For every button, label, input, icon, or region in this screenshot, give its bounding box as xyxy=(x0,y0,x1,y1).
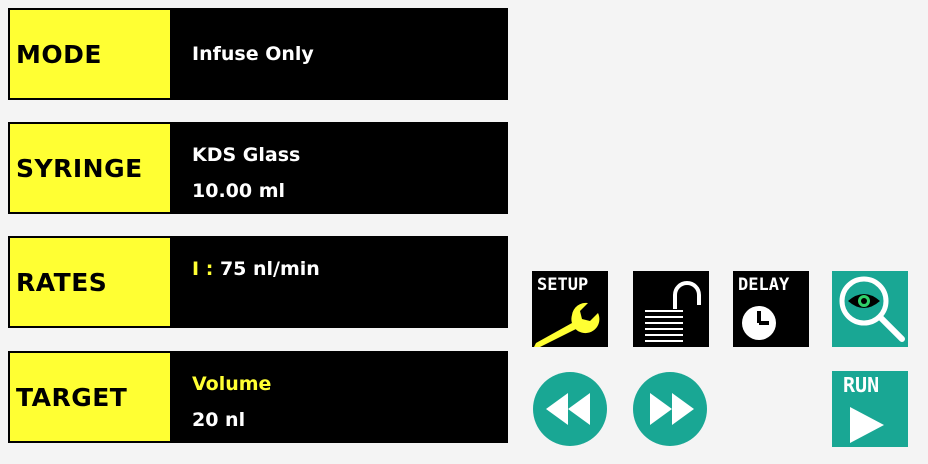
setup-button[interactable]: SETUP xyxy=(532,271,608,347)
view-button[interactable] xyxy=(832,271,908,347)
infuse-rate-prefix: I xyxy=(192,258,200,280)
target-type: Volume xyxy=(192,373,272,395)
syringe-row[interactable]: SYRINGE KDS Glass 10.00 ml xyxy=(8,122,508,214)
mode-value: Infuse Only xyxy=(170,8,508,100)
infuse-rate-value: 75 nl/min xyxy=(219,258,320,280)
rates-label: RATES xyxy=(8,236,170,328)
fast-forward-button[interactable] xyxy=(632,371,708,447)
target-value: Volume 20 nl xyxy=(170,351,508,443)
target-amount: 20 nl xyxy=(192,409,246,431)
mode-label: MODE xyxy=(8,8,170,100)
delay-button[interactable]: DELAY xyxy=(733,271,809,347)
syringe-type: KDS Glass xyxy=(192,144,301,166)
run-button-label: RUN xyxy=(843,373,880,397)
delay-button-label: DELAY xyxy=(738,275,790,295)
infuse-rate-separator: : xyxy=(205,258,214,280)
rates-row[interactable]: RATES I : 75 nl/min xyxy=(8,236,508,328)
setup-button-label: SETUP xyxy=(537,275,589,295)
infuse-rate: I : 75 nl/min xyxy=(192,251,508,287)
lock-button[interactable] xyxy=(633,271,709,347)
mode-row[interactable]: MODE Infuse Only xyxy=(8,8,508,100)
rates-value: I : 75 nl/min xyxy=(170,236,508,328)
rewind-icon xyxy=(533,372,607,446)
pump-screen: MODE Infuse Only SYRINGE KDS Glass 10.00… xyxy=(0,0,928,464)
target-label: TARGET xyxy=(8,351,170,443)
syringe-label: SYRINGE xyxy=(8,122,170,214)
target-row[interactable]: TARGET Volume 20 nl xyxy=(8,351,508,443)
syringe-value: KDS Glass 10.00 ml xyxy=(170,122,508,214)
rewind-button[interactable] xyxy=(532,371,608,447)
fast-forward-icon xyxy=(633,372,707,446)
syringe-size: 10.00 ml xyxy=(192,180,286,202)
run-button[interactable]: RUN xyxy=(832,371,908,447)
unlock-icon xyxy=(645,281,701,342)
eye-magnifier-icon xyxy=(839,276,905,342)
